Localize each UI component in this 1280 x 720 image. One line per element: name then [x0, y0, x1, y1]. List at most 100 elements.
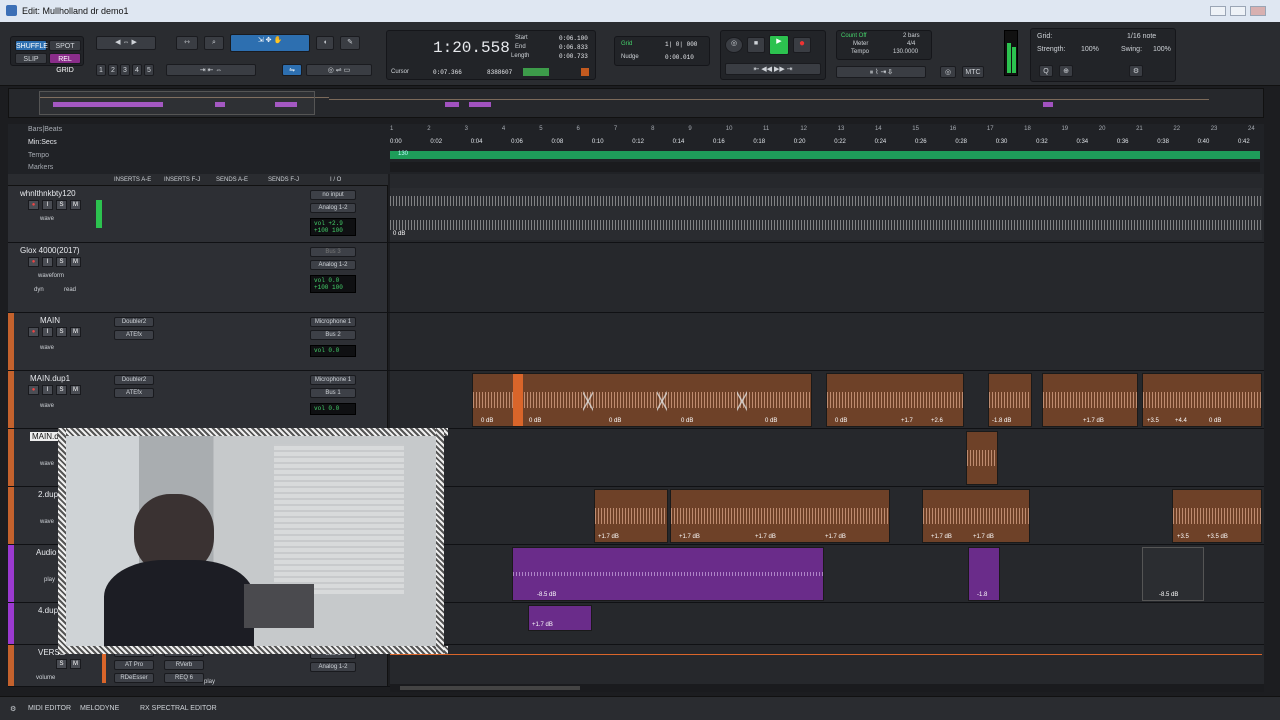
meter-value[interactable]: 4/4	[907, 41, 915, 47]
insert-slot[interactable]: RDeEsser	[114, 673, 154, 683]
zoom-preset-4[interactable]: 4	[132, 64, 142, 76]
track-lane[interactable]	[390, 645, 1264, 686]
grid-mode-button[interactable]: REL GRID	[49, 53, 81, 74]
input-selector[interactable]: no input	[310, 190, 356, 200]
mtc-button[interactable]: MTC	[962, 66, 984, 78]
zoom-toggle-icon[interactable]: ⇿	[176, 36, 198, 50]
volume-value[interactable]: +2.9	[328, 220, 342, 227]
insert-slot[interactable]: RVerb	[164, 660, 204, 670]
transport-nav[interactable]: ⇤ ◀◀ ▶▶ ⇥	[725, 63, 821, 75]
zoom-preset-1[interactable]: 1	[96, 64, 106, 76]
track-lane[interactable]: +1.7 dB +1.7 dB +1.7 dB +1.7 dB +1.7 dB …	[390, 487, 1264, 544]
automation-mode[interactable]: read	[64, 287, 76, 293]
track-view-selector[interactable]: play	[44, 577, 55, 583]
nudge-value[interactable]: 0:00.010	[665, 54, 694, 61]
nudge-tools[interactable]: ⇥ ⇤ ⇔	[166, 64, 256, 76]
track-name[interactable]: MAIN.dup1	[30, 374, 70, 383]
volume-pan-display[interactable]: vol +2.9 +100 100	[310, 218, 356, 236]
quantize-icon[interactable]: Q	[1039, 65, 1053, 77]
volume-value[interactable]: 0.0	[328, 347, 339, 354]
zoom-preset-5[interactable]: 5	[144, 64, 154, 76]
tab-rx-spectral-editor[interactable]: RX SPECTRAL EDITOR	[140, 705, 217, 712]
volume-display[interactable]: vol 0.0	[310, 403, 356, 415]
track-view-selector[interactable]: waveform	[38, 273, 64, 279]
play-button[interactable]: ▶	[769, 35, 789, 55]
output-selector[interactable]: Bus 1	[310, 388, 356, 398]
track-view-selector[interactable]: wave	[40, 461, 54, 467]
minsecs-ruler[interactable]: 0:00 0:02 0:04 0:06 0:08 0:10 0:12 0:14 0:16 0:18…	[390, 139, 1260, 149]
tempo-value[interactable]: 130.0000	[893, 49, 918, 55]
track-name[interactable]: whnlthnkbty120	[20, 189, 76, 198]
close-button[interactable]	[1250, 6, 1266, 16]
output-selector[interactable]: Analog 1-2	[310, 260, 356, 270]
zoom-controls[interactable]: ◀ ⇔ ▶	[96, 36, 156, 50]
track-lane[interactable]: 0 dB	[390, 186, 1264, 242]
track-lane[interactable]	[390, 429, 1264, 486]
audio-clip[interactable]: +1.7 dB +1.7 dB	[922, 489, 1030, 543]
track-name[interactable]: Glox 4000(2017)	[20, 246, 80, 255]
record-button[interactable]: ●	[793, 37, 811, 53]
output-selector[interactable]: Bus 2	[310, 330, 356, 340]
audio-clip[interactable]: -8.5 dB	[1142, 547, 1204, 601]
online-icon[interactable]: ◎	[725, 37, 743, 53]
audio-clip[interactable]: +1.7 dB	[1042, 373, 1138, 427]
audio-clip[interactable]: +1.7 dB	[594, 489, 668, 543]
track-view-selector[interactable]: volume	[36, 675, 55, 681]
zoomer-tool-icon[interactable]: ⌕	[204, 36, 224, 50]
markers-ruler[interactable]	[390, 162, 1260, 172]
minimize-button[interactable]	[1210, 6, 1226, 16]
audio-clip[interactable]: +1.7 dB +1.7 dB +1.7 dB	[670, 489, 890, 543]
input-selector[interactable]: Microphone 1	[310, 317, 356, 327]
insert-slot[interactable]: ATEfx	[114, 330, 154, 340]
countoff-label[interactable]: Count Off	[841, 33, 867, 39]
gear-icon[interactable]: ⚙	[1129, 65, 1143, 77]
gear-icon[interactable]: ⚙	[10, 705, 16, 713]
volume-value[interactable]: 0.0	[328, 277, 339, 284]
link-track-icons[interactable]: ◎ ⇌ ▭	[306, 64, 372, 76]
scrubber-tool-icon[interactable]: ◖	[316, 36, 334, 50]
volume-display[interactable]: vol 0.0	[310, 345, 356, 357]
volume-automation-line[interactable]	[390, 654, 1262, 655]
audio-clip[interactable]: +3.5 +3.5 dB	[1172, 489, 1262, 543]
input-selector[interactable]: Bus 3	[310, 247, 356, 257]
sync-icon[interactable]: ◎	[940, 66, 956, 78]
smart-tool[interactable]: ⇲ ✥ ✋	[230, 34, 310, 52]
output-selector[interactable]: Analog 1-2	[310, 662, 356, 672]
audio-clip[interactable]: +1.7 dB	[528, 605, 592, 631]
audio-clip[interactable]: -1.8	[968, 547, 1000, 601]
scrollbar-thumb[interactable]	[400, 686, 580, 690]
output-selector[interactable]: Analog 1-2	[310, 203, 356, 213]
audio-clip[interactable]: 0 dB 0 dB 0 dB 0 dB 0 dB	[472, 373, 812, 427]
link-timeline-icon[interactable]: ⇋	[282, 64, 302, 76]
quantize-grid-value[interactable]: 1/16 note	[1127, 33, 1156, 40]
zoom-in-icon[interactable]: ⊕	[1059, 65, 1073, 77]
swing-value[interactable]: 100%	[1153, 46, 1171, 53]
track-view-selector[interactable]: wave	[40, 216, 54, 222]
track-lane[interactable]: 0 dB 0 dB 0 dB 0 dB 0 dB 0 dB +1.7 +2.6 …	[390, 371, 1264, 428]
stop-button[interactable]: ■	[747, 37, 765, 53]
track-view-selector[interactable]: wave	[40, 403, 54, 409]
horizontal-scrollbar[interactable]	[390, 684, 1264, 692]
slip-mode-button[interactable]: SLIP	[15, 53, 47, 64]
midi-controls[interactable]: ⏸ ⌇ ⇥ ⇩	[836, 66, 926, 78]
zoom-preset-2[interactable]: 2	[108, 64, 118, 76]
insert-slot[interactable]: ATEfx	[114, 388, 154, 398]
audio-clip[interactable]: -8.5 dB	[512, 547, 824, 601]
audio-clip[interactable]: -1.8 dB	[988, 373, 1032, 427]
pan-value[interactable]: +100 100	[314, 227, 343, 234]
track-name[interactable]: MAIN	[40, 316, 60, 325]
start-value[interactable]: 0:06.100	[559, 35, 588, 42]
spot-mode-button[interactable]: SPOT	[49, 40, 81, 51]
universe-overview[interactable]	[8, 88, 1264, 118]
audio-clip[interactable]	[966, 431, 998, 485]
track-lane[interactable]: -8.5 dB -1.8 -8.5 dB	[390, 545, 1264, 602]
bars-ruler[interactable]: 1 2 3 4 5 6 7 8 9 10 11 12 13 14 15 16 17 18 19 20 21 22 23 24	[390, 126, 1260, 136]
volume-pan-display[interactable]: vol 0.0 +100 100	[310, 275, 356, 293]
track-lane[interactable]	[390, 243, 1264, 312]
maximize-button[interactable]	[1230, 6, 1246, 16]
zoom-preset-3[interactable]: 3	[120, 64, 130, 76]
strength-value[interactable]: 100%	[1081, 46, 1099, 53]
pencil-tool-icon[interactable]: ✎	[340, 36, 360, 50]
audio-clip[interactable]: 0 dB	[390, 188, 1262, 240]
main-counter[interactable]: 1:20.558	[433, 39, 510, 57]
